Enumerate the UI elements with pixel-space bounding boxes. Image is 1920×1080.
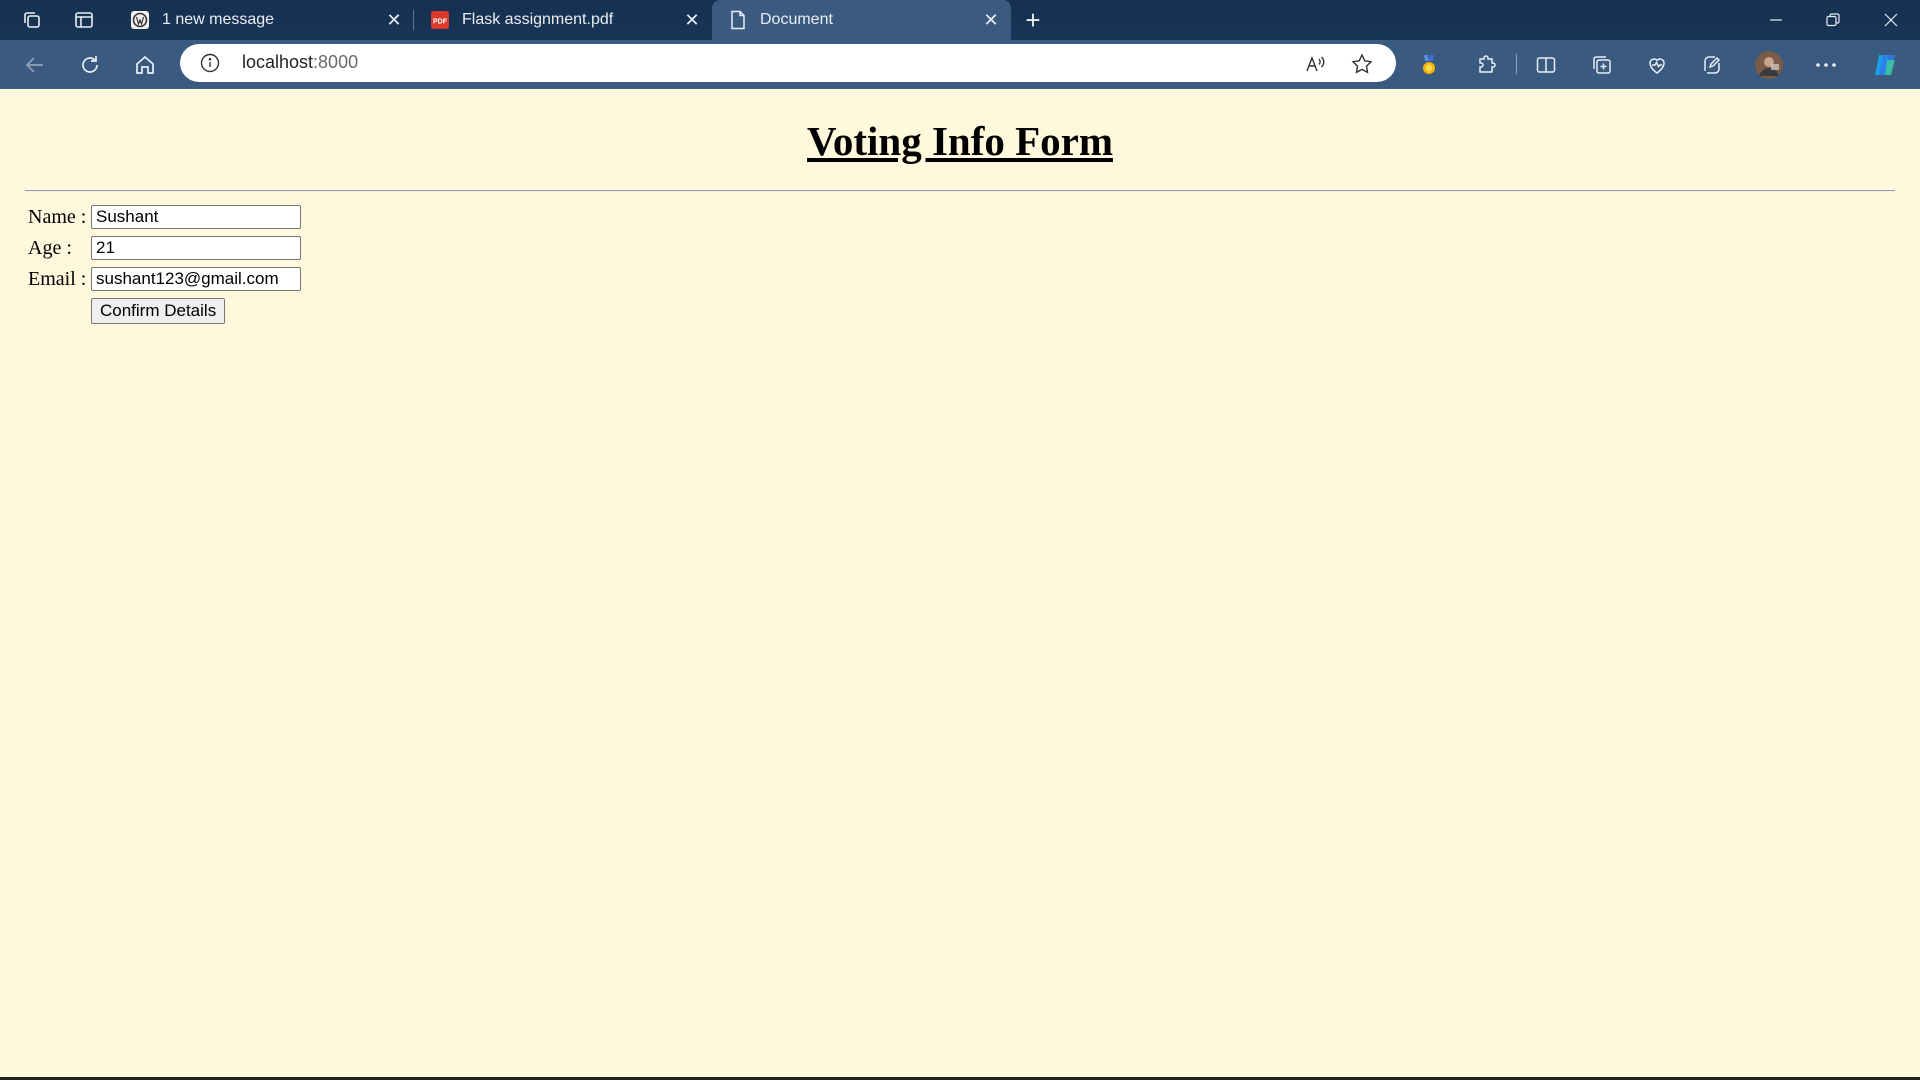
address-bar[interactable]: localhost:8000 (180, 44, 1396, 82)
more-options-icon[interactable] (1811, 50, 1841, 80)
back-icon[interactable] (20, 50, 50, 80)
refresh-icon[interactable] (75, 50, 105, 80)
pdf-icon: PDF (430, 10, 450, 30)
copilot-icon[interactable] (1870, 50, 1900, 80)
restore-icon[interactable] (1813, 6, 1853, 34)
split-screen-icon[interactable] (1531, 50, 1561, 80)
confirm-details-button[interactable]: Confirm Details (91, 298, 226, 324)
vertical-tabs-icon[interactable] (72, 8, 96, 32)
horizontal-rule (25, 190, 1895, 192)
name-label: Name : (28, 206, 87, 228)
tab-strip: 1 new message ✕ PDF Flask assignment.pdf… (0, 0, 1920, 40)
close-window-icon[interactable] (1871, 6, 1911, 34)
rewards-medal-icon[interactable] (1414, 50, 1444, 80)
close-tab-icon[interactable]: ✕ (981, 10, 1001, 30)
url-text[interactable]: localhost:8000 (242, 52, 358, 73)
wordpress-icon (130, 10, 150, 30)
svg-text:PDF: PDF (433, 19, 448, 26)
home-icon[interactable] (130, 50, 160, 80)
email-label: Email : (28, 268, 87, 290)
age-input[interactable] (91, 236, 301, 260)
name-input[interactable] (91, 205, 301, 229)
web-page: Voting Info Form Name : Age : Email : Co… (0, 89, 1920, 1080)
minimize-icon[interactable] (1756, 6, 1796, 34)
browser-essentials-icon[interactable] (1642, 50, 1672, 80)
workspaces-icon[interactable] (20, 8, 44, 32)
tab-flask-pdf[interactable]: PDF Flask assignment.pdf ✕ (414, 0, 712, 40)
tab-title: Document (760, 11, 833, 28)
close-tab-icon[interactable]: ✕ (682, 10, 702, 30)
extensions-icon[interactable] (1472, 50, 1502, 80)
close-tab-icon[interactable]: ✕ (384, 10, 404, 30)
tab-title: Flask assignment.pdf (462, 11, 614, 28)
url-port: :8000 (313, 52, 359, 72)
new-tab-icon[interactable]: + (1020, 7, 1046, 34)
page-title: Voting Info Form (807, 118, 1113, 164)
url-host: localhost (242, 52, 314, 72)
age-label: Age : (28, 237, 72, 259)
read-aloud-icon[interactable] (1303, 52, 1327, 76)
browser-toolbar: localhost:8000 (0, 40, 1920, 89)
browser-chrome: 1 new message ✕ PDF Flask assignment.pdf… (0, 0, 1920, 89)
email-input[interactable] (91, 267, 301, 291)
favorite-star-icon[interactable] (1350, 52, 1374, 76)
profile-avatar[interactable] (1754, 50, 1784, 80)
site-info-icon[interactable] (200, 53, 220, 73)
tab-messages[interactable]: 1 new message ✕ (114, 0, 414, 40)
tab-title: 1 new message (162, 11, 275, 28)
collections-icon[interactable] (1587, 50, 1617, 80)
toolbar-divider (1516, 54, 1517, 74)
tab-document[interactable]: Document ✕ (712, 0, 1011, 40)
copilot-edit-icon[interactable] (1697, 50, 1727, 80)
document-icon (728, 10, 748, 30)
